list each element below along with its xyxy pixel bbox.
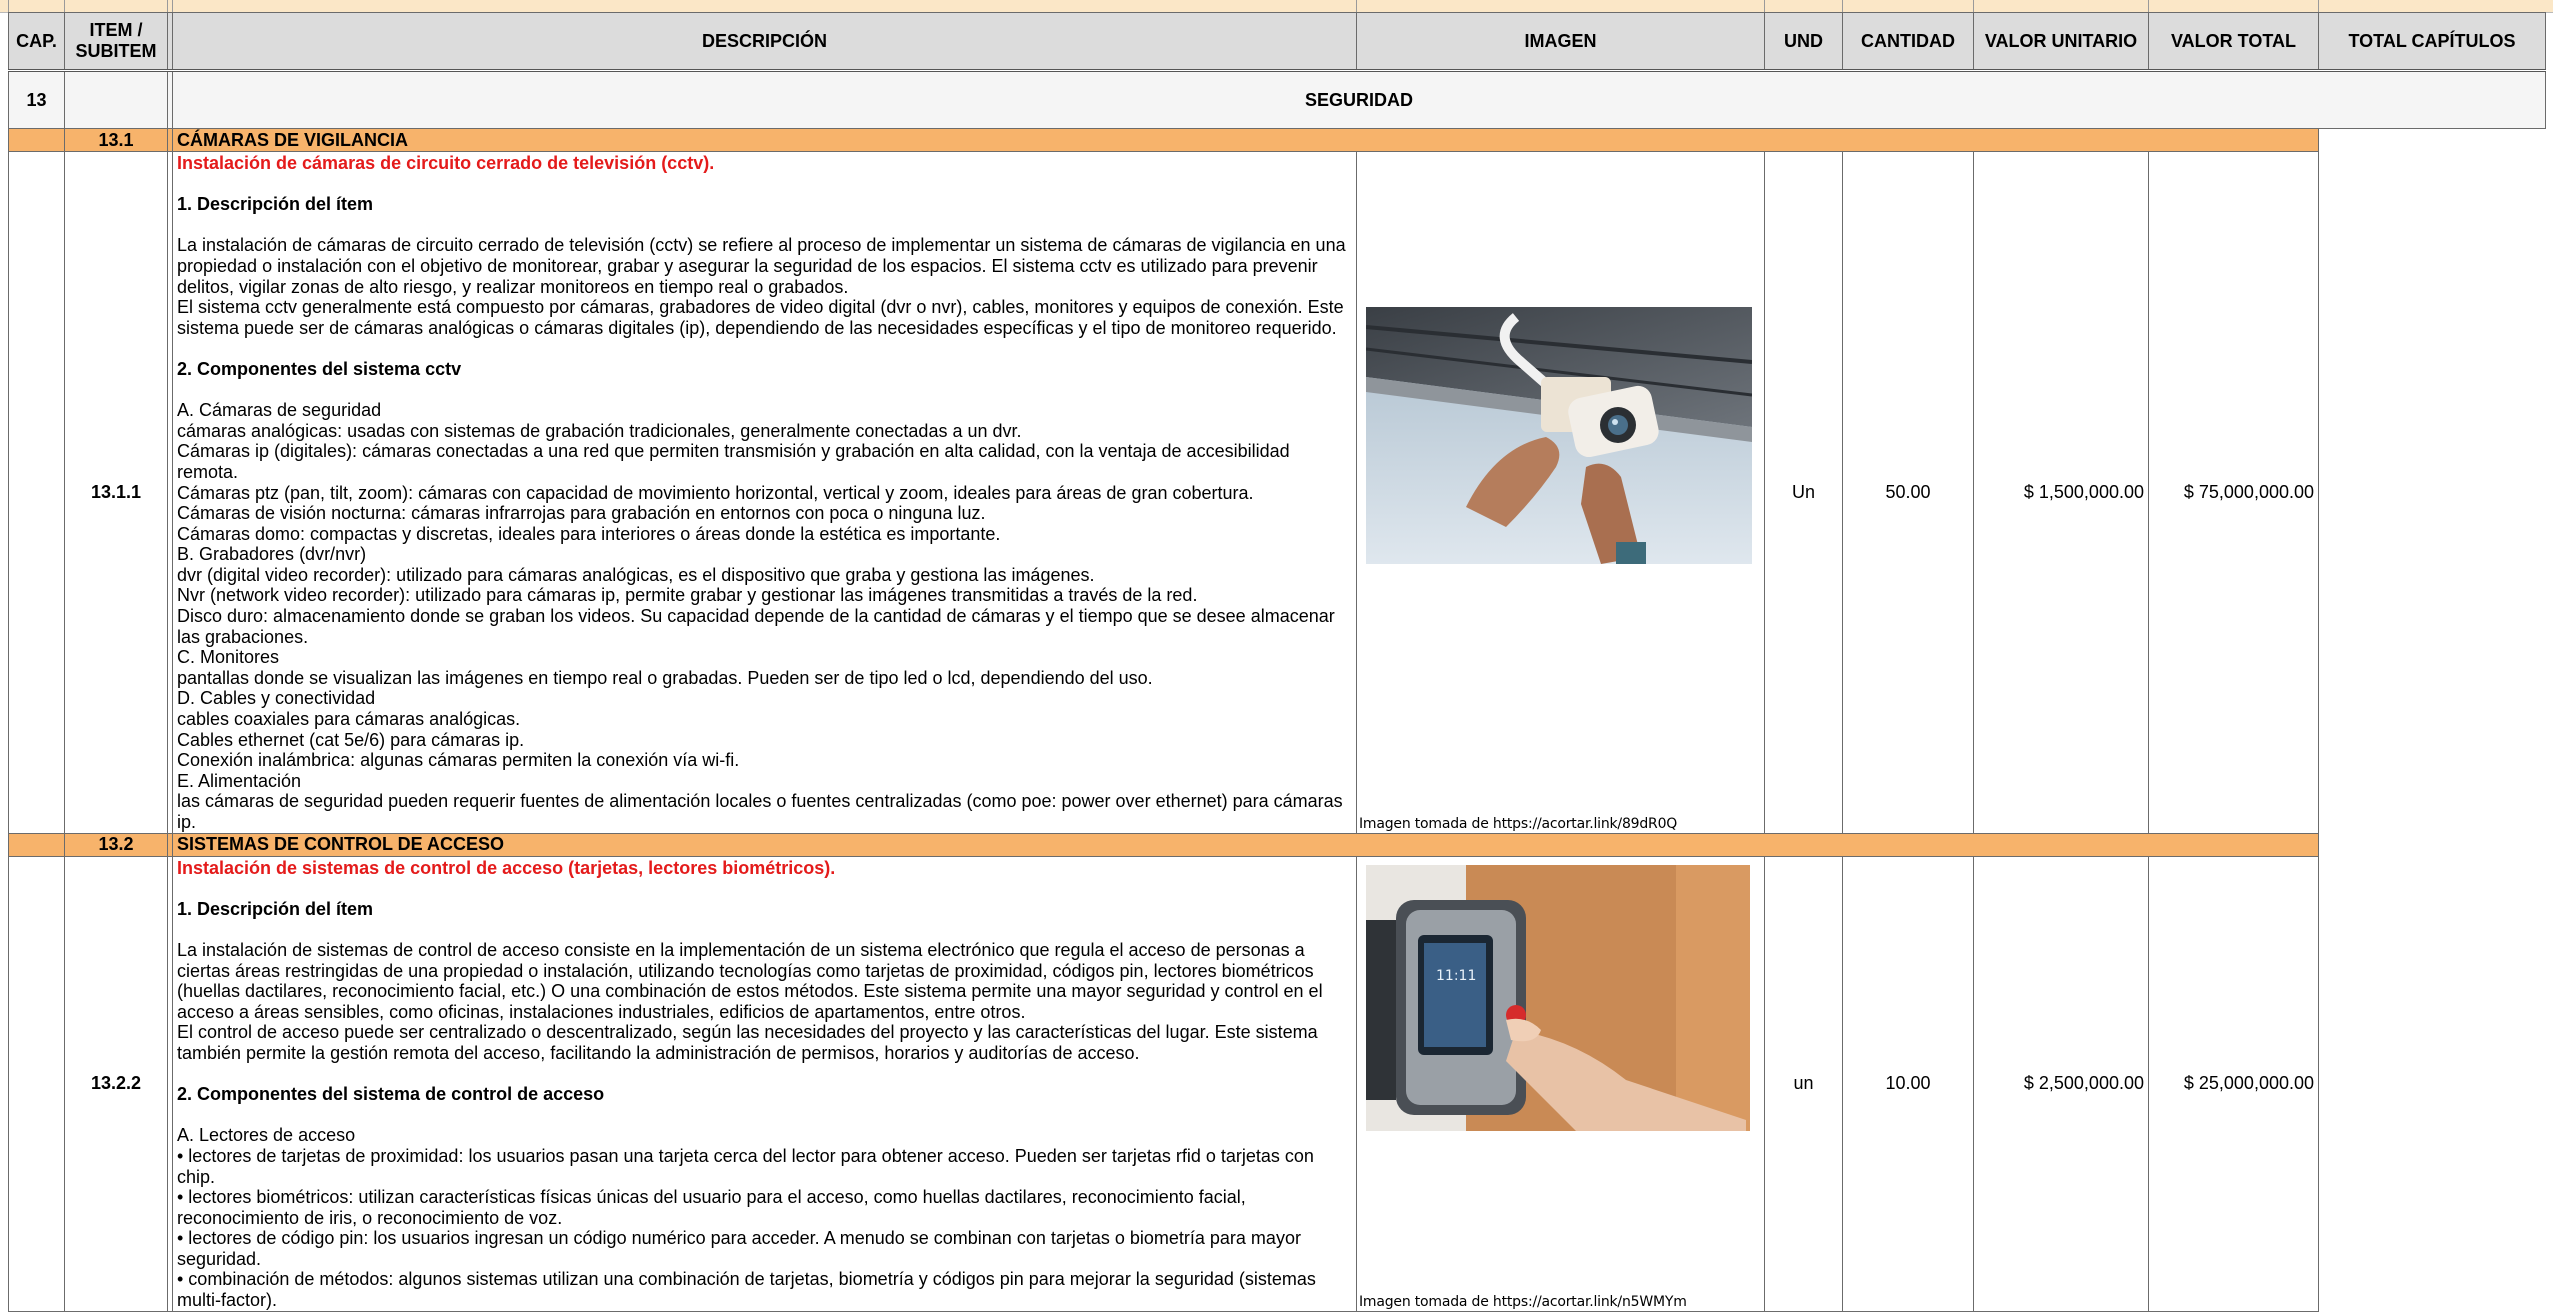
component-line: las grabaciones. [177,626,309,647]
component-line: Disco duro: almacenamiento donde se grab… [177,606,1335,627]
item-title: Instalación de cámaras de circuito cerra… [177,153,715,173]
col-header-cantidad[interactable]: CANTIDAD [1842,12,1974,72]
component-line: reconocimiento de iris, o reconocimiento… [177,1207,563,1228]
components-heading: 2. Componentes del sistema cctv [177,358,462,379]
component-line: A. Cámaras de seguridad [177,400,382,421]
component-line: pantallas donde se visualizan las imágen… [177,667,1153,688]
component-line: C. Monitores [177,647,280,668]
item-valor-unitario[interactable]: $ 2,500,000.00 [1973,855,2149,1312]
item-cap-cell[interactable] [8,151,65,834]
item-valor-total[interactable]: $ 25,000,000.00 [2148,855,2319,1312]
description-line: La instalación de sistemas de control de… [177,939,1305,960]
subsection-cap-cell[interactable] [8,832,65,857]
component-line: Cámaras domo: compactas y discretas, ide… [177,523,1001,544]
item-cantidad[interactable]: 10.00 [1842,855,1974,1312]
description-line: propiedad o instalación con el objetivo … [177,255,1318,276]
component-line: cámaras analógicas: usadas con sistemas … [177,420,1022,441]
chapter-title[interactable]: SEGURIDAD [172,70,2546,129]
component-line: • lectores de tarjetas de proximidad: lo… [177,1145,1314,1187]
component-line: Cámaras ip (digitales): cámaras conectad… [177,441,1290,482]
empty-cell [2318,856,2546,1312]
component-line: • combinación de métodos: algunos sistem… [177,1269,1316,1290]
empty-cell [2318,128,2546,152]
component-line: las cámaras de seguridad pueden requerir… [177,791,1343,812]
subsection-row: 13.2 SISTEMAS DE CONTROL DE ACCESO [8,832,2546,857]
item-cap-cell[interactable] [8,855,65,1312]
cctv-camera-photo[interactable] [1366,307,1752,564]
header-row: CAP. ITEM / SUBITEM DESCRIPCIÓN IMAGEN UN… [8,12,2546,72]
component-line: • lectores biométricos: utilizan caracte… [177,1187,1246,1208]
component-line: Cámaras ptz (pan, tilt, zoom): cámaras c… [177,482,1254,503]
description-line: El control de acceso puede ser centraliz… [177,1022,1318,1043]
col-header-valor-unitario[interactable]: VALOR UNITARIO [1973,12,2149,72]
component-line: Conexión inalámbrica: algunas cámaras pe… [177,750,740,771]
description-line: delitos, vigilar zonas de alto riesgo, y… [177,276,849,297]
component-line: multi-factor). [177,1290,278,1311]
component-line: B. Grabadores (dvr/nvr) [177,544,367,565]
biometric-reader-photo[interactable]: 11:11 [1366,864,1750,1131]
component-line: • lectores de código pin: los usuarios i… [177,1228,1301,1249]
empty-cell [2318,151,2546,834]
description-line: sistema puede ser de cámaras analógicas … [177,317,1337,338]
col-header-valor-total[interactable]: VALOR TOTAL [2148,12,2319,72]
component-line: ip. [177,812,197,832]
item-und[interactable]: Un [1764,151,1843,834]
subsection-title[interactable]: CÁMARAS DE VIGILANCIA [172,128,2319,152]
description-line: ciertas áreas restringidas de una propie… [177,960,1314,981]
item-description[interactable]: Instalación de cámaras de circuito cerra… [172,151,1357,834]
subsection-code[interactable]: 13.2 [64,832,168,857]
empty-cell [2318,833,2546,857]
col-header-item[interactable]: ITEM / SUBITEM [64,12,168,72]
description-heading: 1. Descripción del ítem [177,898,374,919]
item-valor-total[interactable]: $ 75,000,000.00 [2148,151,2319,834]
component-line: Cámaras de visión nocturna: cámaras infr… [177,503,986,524]
item-row: 13.2.2 Instalación de sistemas de contro… [8,855,2546,1312]
col-header-item-line1: ITEM / [89,20,143,40]
description-line: también permite la gestión remota del ac… [177,1042,1140,1063]
description-line: El sistema cctv generalmente está compue… [177,297,1344,318]
component-line: dvr (digital video recorder): utilizado … [177,564,1095,585]
budget-table: CAP. ITEM / SUBITEM DESCRIPCIÓN IMAGEN UN… [8,12,2546,1312]
component-line: cables coaxiales para cámaras analógicas… [177,709,521,730]
image-credit[interactable]: Imagen tomada de https://acortar.link/n5… [1359,1294,1687,1310]
col-header-total-capitulos[interactable]: TOTAL CAPÍTULOS [2318,12,2546,72]
item-valor-unitario[interactable]: $ 1,500,000.00 [1973,151,2149,834]
item-description[interactable]: Instalación de sistemas de control de ac… [172,855,1357,1312]
subsection-title[interactable]: SISTEMAS DE CONTROL DE ACCESO [172,832,2319,857]
item-code[interactable]: 13.1.1 [64,151,168,834]
component-line: D. Cables y conectividad [177,688,376,709]
col-header-item-line2: SUBITEM [75,41,157,61]
svg-text:11:11: 11:11 [1436,968,1476,984]
chapter-row: 13 SEGURIDAD [8,70,2546,129]
component-line: A. Lectores de acceso [177,1125,356,1146]
subsection-cap-cell[interactable] [8,128,65,152]
description-line: (huellas dactilares, reconocimiento faci… [177,981,1323,1002]
component-line: Nvr (network video recorder): utilizado … [177,585,1198,606]
description-heading: 1. Descripción del ítem [177,194,374,215]
chapter-number[interactable]: 13 [8,70,65,129]
component-line: Cables ethernet (cat 5e/6) para cámaras … [177,729,525,750]
item-cantidad[interactable]: 50.00 [1842,151,1974,834]
item-title: Instalación de sistemas de control de ac… [177,857,836,878]
component-line: E. Alimentación [177,770,302,791]
components-heading: 2. Componentes del sistema de control de… [177,1084,605,1105]
description-line: La instalación de cámaras de circuito ce… [177,235,1346,256]
col-header-und[interactable]: UND [1764,12,1843,72]
item-image-cell[interactable]: 11:11 Imagen tomada de https://acortar.l… [1356,855,1765,1312]
item-image-cell[interactable]: Imagen tomada de https://acortar.link/89… [1356,151,1765,834]
col-header-imagen[interactable]: IMAGEN [1356,12,1765,72]
col-header-cap[interactable]: CAP. [8,12,65,72]
item-und[interactable]: un [1764,855,1843,1312]
image-credit[interactable]: Imagen tomada de https://acortar.link/89… [1359,816,1677,832]
col-header-descripcion[interactable]: DESCRIPCIÓN [172,12,1357,72]
description-line: acceso a áreas sensibles, como oficinas,… [177,1001,1026,1022]
chapter-item-cell[interactable] [64,70,168,129]
subsection-code[interactable]: 13.1 [64,128,168,152]
subsection-row: 13.1 CÁMARAS DE VIGILANCIA [8,128,2546,152]
item-code[interactable]: 13.2.2 [64,855,168,1312]
item-row: 13.1.1 Instalación de cámaras de circuit… [8,151,2546,834]
component-line: seguridad. [177,1248,262,1269]
